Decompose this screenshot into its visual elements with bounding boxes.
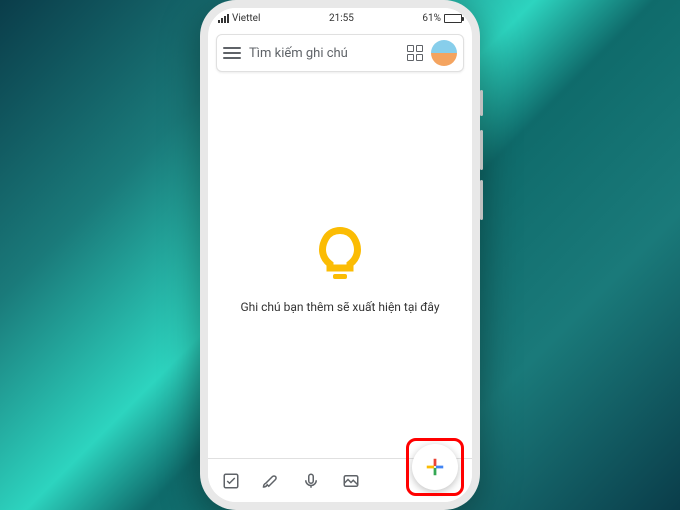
microphone-icon[interactable]: [302, 472, 320, 490]
status-bar: Viettel 21:55 61%: [208, 8, 472, 28]
signal-icon: [218, 14, 229, 23]
status-left: Viettel: [218, 13, 260, 24]
status-right: 61%: [422, 13, 462, 24]
image-icon[interactable]: [342, 472, 360, 490]
clock: 21:55: [329, 13, 354, 24]
volume-down: [480, 180, 483, 220]
empty-state: Ghi chú bạn thêm sẽ xuất hiện tại đây: [208, 78, 472, 458]
carrier-label: Viettel: [232, 13, 260, 24]
plus-multicolor-icon: [424, 456, 446, 478]
empty-state-message: Ghi chú bạn thêm sẽ xuất hiện tại đây: [240, 300, 439, 314]
grid-view-icon[interactable]: [407, 45, 423, 61]
volume-up: [480, 130, 483, 170]
phone-frame: Viettel 21:55 61% Tìm kiếm ghi chú Ghi c…: [200, 0, 480, 510]
screen: Viettel 21:55 61% Tìm kiếm ghi chú Ghi c…: [208, 8, 472, 502]
lightbulb-icon: [308, 222, 372, 286]
battery-icon: [444, 14, 462, 23]
hamburger-menu-icon[interactable]: [223, 47, 241, 59]
checkbox-icon[interactable]: [222, 472, 240, 490]
side-button: [480, 90, 483, 116]
brush-icon[interactable]: [262, 472, 280, 490]
bottom-toolbar: [208, 458, 472, 502]
create-note-fab[interactable]: [412, 444, 458, 490]
search-bar[interactable]: Tìm kiếm ghi chú: [216, 34, 464, 72]
search-placeholder[interactable]: Tìm kiếm ghi chú: [249, 46, 399, 61]
account-avatar[interactable]: [431, 40, 457, 66]
battery-pct: 61%: [422, 13, 441, 24]
